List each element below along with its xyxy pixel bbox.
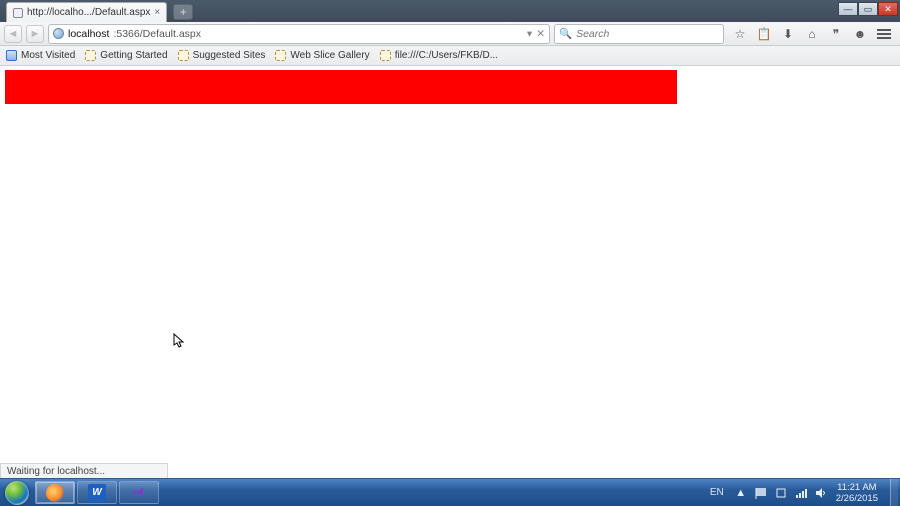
browser-tab-active[interactable]: http://localho.../Default.aspx × <box>6 2 167 22</box>
nav-back-button[interactable]: ◄ <box>4 25 22 43</box>
clock-time: 11:21 AM <box>836 482 878 493</box>
visual-studio-icon <box>130 484 148 502</box>
bookmark-web-slice-gallery[interactable]: Web Slice Gallery <box>275 50 369 61</box>
browser-navbar: ◄ ► localhost :5366/Default.aspx ▾ ✕ 🔍 ☆ … <box>0 22 900 46</box>
window-minimize-button[interactable]: — <box>838 2 858 16</box>
bookmark-suggested-sites[interactable]: Suggested Sites <box>178 50 266 61</box>
mouse-cursor-icon <box>173 333 185 349</box>
language-indicator[interactable]: EN <box>706 487 728 498</box>
url-bar[interactable]: localhost :5366/Default.aspx ▾ ✕ <box>48 24 550 44</box>
windows-orb-icon <box>5 481 29 505</box>
word-icon: W <box>88 484 106 502</box>
tray-overflow-icon[interactable]: ▲ <box>734 486 748 500</box>
search-bar[interactable]: 🔍 <box>554 24 724 44</box>
status-text: Waiting for localhost... <box>7 466 105 477</box>
bookmark-icon <box>85 50 96 61</box>
new-tab-button[interactable]: + <box>173 4 193 20</box>
tray-volume-icon[interactable] <box>814 486 828 500</box>
chat-icon[interactable]: ☻ <box>852 26 868 42</box>
bookmark-label: Getting Started <box>100 50 167 61</box>
tray-action-center-icon[interactable] <box>774 486 788 500</box>
tray-network-icon[interactable] <box>794 486 808 500</box>
clipboard-icon[interactable]: 📋 <box>756 26 772 42</box>
menu-hamburger-icon[interactable] <box>876 26 892 42</box>
tab-favicon <box>13 8 23 18</box>
firefox-icon <box>46 484 64 502</box>
bookmarks-toolbar: Most Visited Getting Started Suggested S… <box>0 46 900 66</box>
search-icon: 🔍 <box>559 27 572 40</box>
red-banner-div <box>5 70 677 104</box>
site-identity-icon <box>53 28 64 39</box>
tray-flag-icon[interactable] <box>754 486 768 500</box>
tab-title: http://localho.../Default.aspx <box>27 7 150 18</box>
bookmark-icon <box>380 50 391 61</box>
browser-tab-strip: http://localho.../Default.aspx × + — ▭ ✕ <box>0 0 900 22</box>
taskbar-firefox-button[interactable] <box>35 481 75 504</box>
bookmark-file-link[interactable]: file:///C:/Users/FKB/D... <box>380 50 498 61</box>
start-button[interactable] <box>0 479 34 506</box>
nav-forward-button[interactable]: ► <box>26 25 44 43</box>
stop-reload-button[interactable]: ✕ <box>536 28 545 40</box>
show-desktop-button[interactable] <box>890 479 898 506</box>
tab-close-icon[interactable]: × <box>154 7 160 18</box>
bookmark-label: file:///C:/Users/FKB/D... <box>395 50 498 61</box>
url-host: localhost <box>68 28 109 40</box>
window-close-button[interactable]: ✕ <box>878 2 898 16</box>
clock-date: 2/26/2015 <box>836 493 878 504</box>
search-input[interactable] <box>576 28 719 40</box>
window-controls: — ▭ ✕ <box>838 2 898 16</box>
bookmark-label: Suggested Sites <box>193 50 266 61</box>
bookmark-icon <box>178 50 189 61</box>
bookmark-getting-started[interactable]: Getting Started <box>85 50 167 61</box>
system-tray: EN ▲ 11:21 AM 2/26/2015 <box>706 479 900 506</box>
page-content-area: Waiting for localhost... <box>0 66 900 478</box>
browser-status-bar: Waiting for localhost... <box>0 463 168 478</box>
downloads-icon[interactable]: ⬇ <box>780 26 796 42</box>
bookmark-label: Web Slice Gallery <box>290 50 369 61</box>
url-path: :5366/Default.aspx <box>113 28 201 40</box>
taskbar-visualstudio-button[interactable] <box>119 481 159 504</box>
taskbar-word-button[interactable]: W <box>77 481 117 504</box>
pocket-icon[interactable]: ❞ <box>828 26 844 42</box>
windows-taskbar: W EN ▲ 11:21 AM 2/26/2015 <box>0 478 900 506</box>
bookmark-star-icon[interactable]: ☆ <box>732 26 748 42</box>
bookmark-most-visited[interactable]: Most Visited <box>6 50 75 61</box>
bookmark-label: Most Visited <box>21 50 75 61</box>
home-icon[interactable]: ⌂ <box>804 26 820 42</box>
bookmark-icon <box>275 50 286 61</box>
window-maximize-button[interactable]: ▭ <box>858 2 878 16</box>
toolbar-right-icons: ☆ 📋 ⬇ ⌂ ❞ ☻ <box>728 26 896 42</box>
taskbar-clock[interactable]: 11:21 AM 2/26/2015 <box>834 480 884 506</box>
bookmark-icon <box>6 50 17 61</box>
url-dropdown-icon[interactable]: ▾ <box>527 28 532 40</box>
